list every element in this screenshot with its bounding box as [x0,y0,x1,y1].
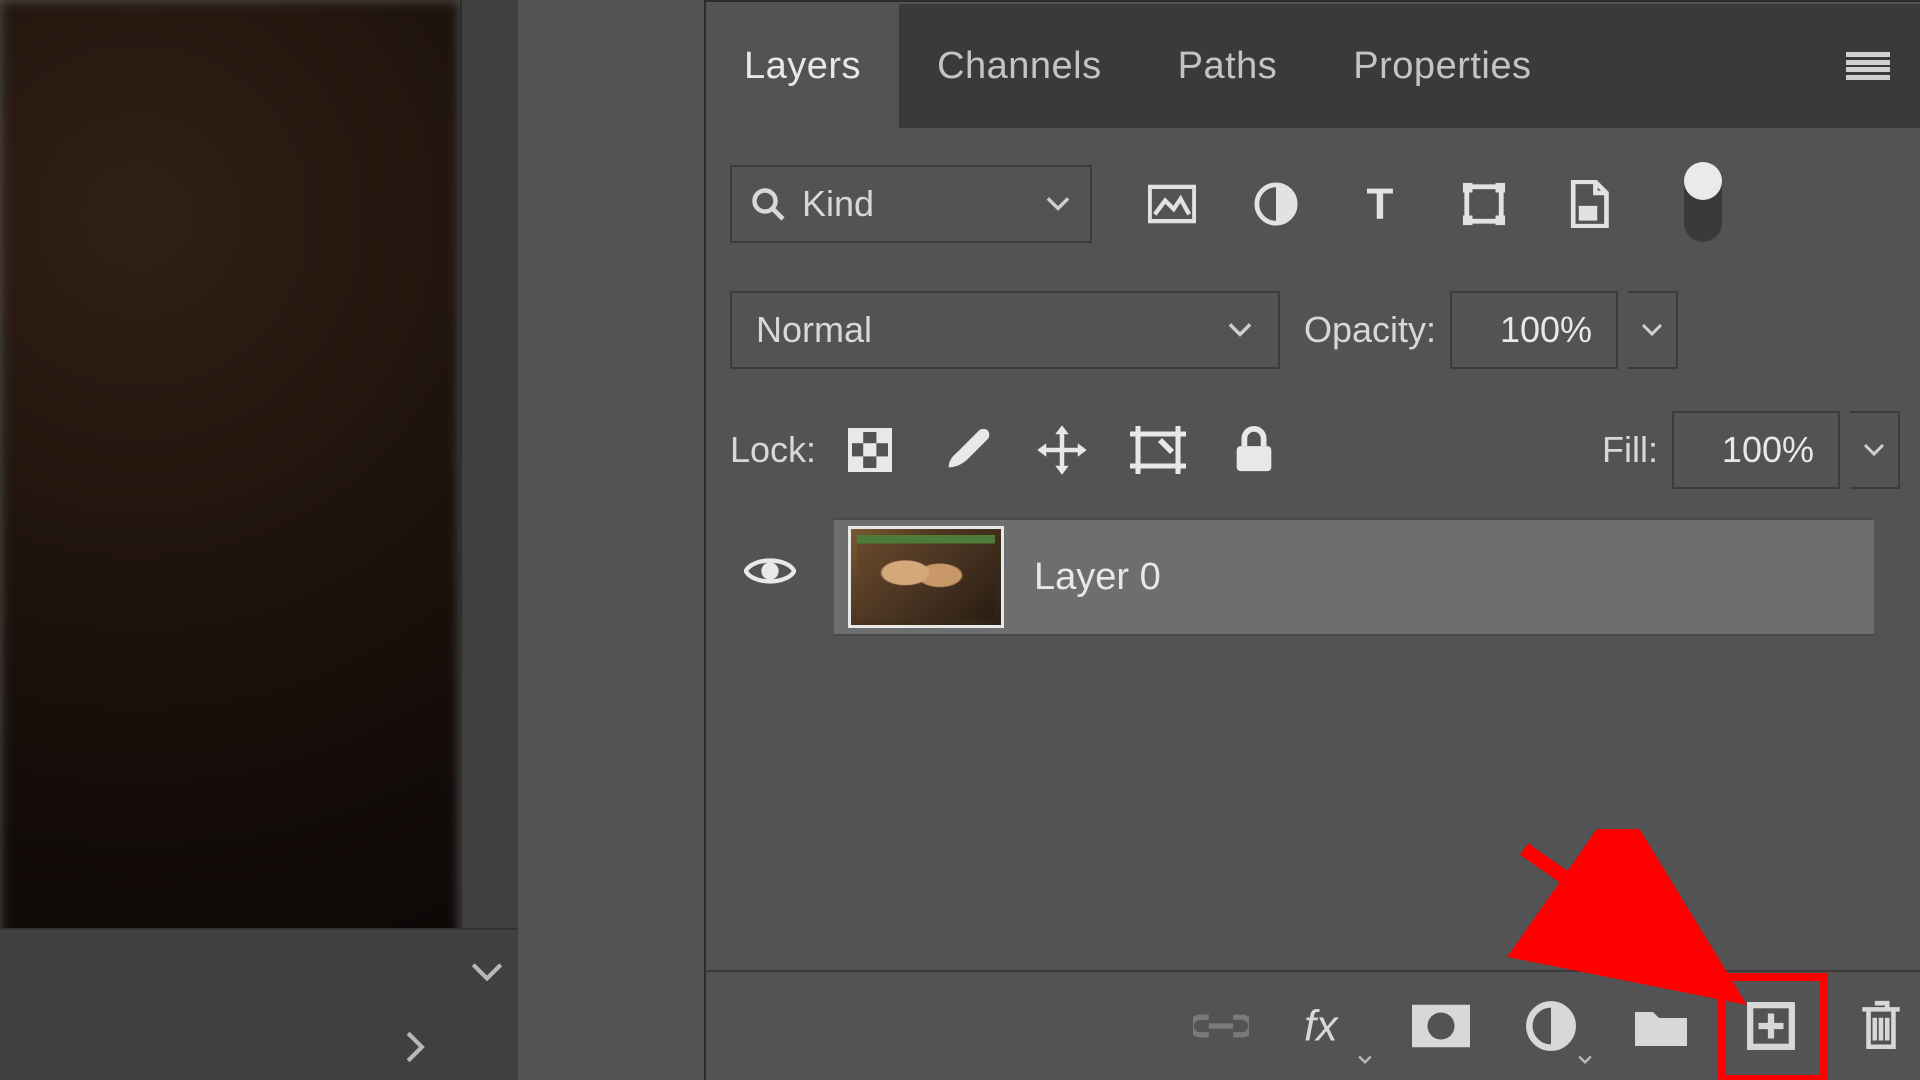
submenu-chevron-icon [1578,1055,1592,1065]
fill-label[interactable]: Fill: [1602,429,1658,471]
tab-channels[interactable]: Channels [899,4,1140,128]
tab-layers[interactable]: Layers [706,4,899,128]
layers-panel: Layers Channels Paths Properties Kind T [704,0,1920,1080]
tab-properties[interactable]: Properties [1315,4,1569,128]
panel-dock-gap [518,0,704,1080]
new-layer-icon[interactable] [1742,997,1800,1055]
text-filter-icon[interactable]: T [1354,178,1406,230]
smartobject-filter-icon[interactable] [1562,178,1614,230]
lock-artboard-icon[interactable] [1130,422,1186,478]
chevron-down-icon [1226,321,1254,339]
lock-transparency-icon[interactable] [842,422,898,478]
search-icon [750,186,786,222]
delete-layer-icon[interactable] [1852,997,1910,1055]
canvas-footer [0,928,518,1080]
shape-filter-icon[interactable] [1458,178,1510,230]
fill-input[interactable]: 100% [1672,411,1840,489]
svg-text:T: T [1367,182,1394,226]
layer-row[interactable]: Layer 0 [834,518,1874,636]
image-filter-icon[interactable] [1146,178,1198,230]
link-layers-icon [1192,997,1250,1055]
lock-label: Lock: [730,429,816,471]
layer-thumbnail[interactable] [848,526,1004,628]
canvas-gutter [460,0,518,1080]
opacity-dropdown-button[interactable] [1628,291,1678,369]
lock-paint-icon[interactable] [938,422,994,478]
chevron-down-icon [1044,195,1072,213]
blend-mode-value: Normal [756,309,872,351]
layer-kind-filter-select[interactable]: Kind [730,165,1092,243]
scroll-right-chevron-icon[interactable] [394,1026,436,1068]
hamburger-icon [1846,52,1890,80]
submenu-chevron-icon [1358,1055,1372,1065]
svg-text:fx: fx [1304,1003,1339,1049]
panel-menu-button[interactable] [1838,4,1898,128]
adjustment-layer-icon[interactable] [1522,997,1580,1055]
filter-toggle[interactable] [1684,166,1722,242]
layer-list: Layer 0 [706,518,1874,636]
tab-paths[interactable]: Paths [1140,4,1316,128]
layers-panel-bottombar: fx [706,970,1920,1080]
opacity-input[interactable]: 100% [1450,291,1618,369]
kind-label: Kind [802,183,874,225]
lock-position-icon[interactable] [1034,422,1090,478]
layer-mask-icon[interactable] [1412,997,1470,1055]
opacity-value: 100% [1500,309,1592,351]
layer-visibility-toggle[interactable] [706,520,834,638]
layer-effects-icon[interactable]: fx [1302,997,1360,1055]
lock-all-icon[interactable] [1226,422,1282,478]
fill-dropdown-button[interactable] [1850,411,1900,489]
document-canvas [0,0,460,1080]
toggle-knob-icon [1684,162,1722,200]
adjustment-filter-icon[interactable] [1250,178,1302,230]
fill-value: 100% [1722,429,1814,471]
opacity-label[interactable]: Opacity: [1304,309,1436,351]
panel-tabbar: Layers Channels Paths Properties [706,4,1920,128]
layer-name[interactable]: Layer 0 [1034,556,1161,599]
group-icon[interactable] [1632,997,1690,1055]
eye-icon [744,553,796,605]
collapse-panel-chevron-icon[interactable] [466,952,508,994]
blend-mode-select[interactable]: Normal [730,291,1280,369]
